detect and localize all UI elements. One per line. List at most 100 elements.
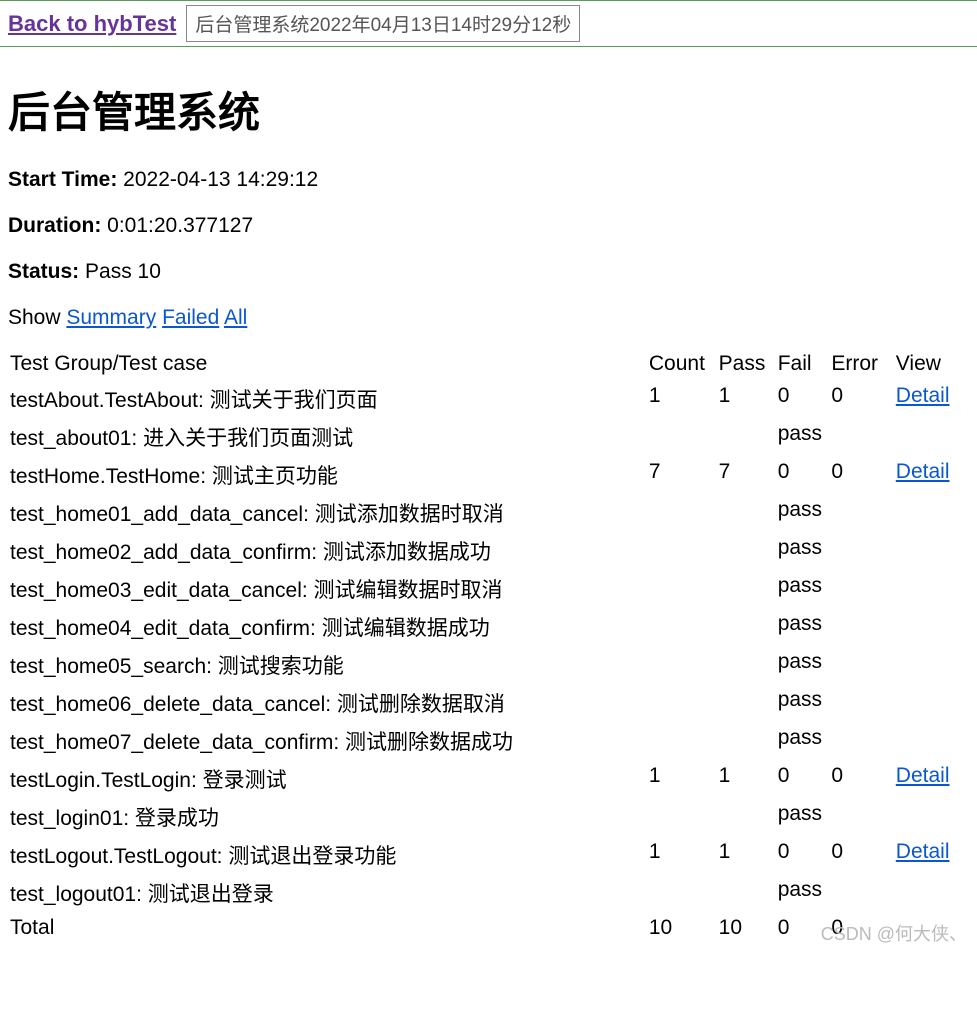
- table-row: testHome.TestHome: 测试主页功能7700Detail: [8, 456, 969, 494]
- watermark: CSDN @何大侠、: [821, 920, 967, 946]
- page-title: 后台管理系统: [8, 79, 969, 140]
- cell-count: [647, 570, 717, 608]
- cell-pass: 10: [717, 912, 776, 944]
- filter-summary[interactable]: Summary: [66, 306, 156, 329]
- cell-result: pass: [776, 798, 894, 836]
- cell-view: [894, 798, 969, 836]
- cell-count: 1: [647, 380, 717, 418]
- cell-view: Detail: [894, 380, 969, 418]
- cell-pass: [717, 532, 776, 570]
- cell-view: Detail: [894, 760, 969, 798]
- filter-all[interactable]: All: [224, 306, 247, 329]
- cell-pass: 1: [717, 380, 776, 418]
- cell-count: [647, 684, 717, 722]
- status: Status: Pass 10: [8, 260, 969, 284]
- filter-failed[interactable]: Failed: [162, 306, 219, 329]
- results-table: Test Group/Test caseCountPassFailErrorVi…: [8, 348, 969, 944]
- cell-count: [647, 646, 717, 684]
- cell-name: test_home03_edit_data_cancel: 测试编辑数据时取消: [8, 570, 647, 608]
- status-value: Pass 10: [85, 260, 161, 283]
- table-row: test_login01: 登录成功 pass: [8, 798, 969, 836]
- cell-view: [894, 532, 969, 570]
- cell-count: [647, 608, 717, 646]
- cell-error: 0: [829, 760, 893, 798]
- cell-result: pass: [776, 608, 894, 646]
- cell-view: [894, 570, 969, 608]
- table-row: testLogin.TestLogin: 登录测试1100Detail: [8, 760, 969, 798]
- table-row: test_home04_edit_data_confirm: 测试编辑数据成功 p…: [8, 608, 969, 646]
- duration: Duration: 0:01:20.377127: [8, 214, 969, 238]
- detail-link[interactable]: Detail: [896, 840, 950, 863]
- col-header-name: Test Group/Test case: [8, 348, 647, 380]
- cell-pass: [717, 722, 776, 760]
- cell-count: [647, 722, 717, 760]
- cell-name: test_home04_edit_data_confirm: 测试编辑数据成功: [8, 608, 647, 646]
- detail-link[interactable]: Detail: [896, 764, 950, 787]
- col-header-count: Count: [647, 348, 717, 380]
- cell-fail: 0: [776, 836, 830, 874]
- cell-count: 1: [647, 760, 717, 798]
- cell-view: Detail: [894, 836, 969, 874]
- col-header-fail: Fail: [776, 348, 830, 380]
- header-title-box: 后台管理系统2022年04月13日14时29分12秒: [186, 5, 580, 42]
- cell-pass: [717, 874, 776, 912]
- cell-name: test_home02_add_data_confirm: 测试添加数据成功: [8, 532, 647, 570]
- cell-count: 7: [647, 456, 717, 494]
- cell-count: [647, 532, 717, 570]
- cell-name: test_home01_add_data_cancel: 测试添加数据时取消: [8, 494, 647, 532]
- cell-name: test_logout01: 测试退出登录: [8, 874, 647, 912]
- cell-pass: 1: [717, 760, 776, 798]
- cell-result: pass: [776, 494, 894, 532]
- table-row: testAbout.TestAbout: 测试关于我们页面1100Detail: [8, 380, 969, 418]
- cell-count: 10: [647, 912, 717, 944]
- cell-count: [647, 798, 717, 836]
- cell-view: [894, 722, 969, 760]
- table-row: test_home03_edit_data_cancel: 测试编辑数据时取消 p…: [8, 570, 969, 608]
- table-row: test_home07_delete_data_confirm: 测试删除数据成…: [8, 722, 969, 760]
- cell-name: testAbout.TestAbout: 测试关于我们页面: [8, 380, 647, 418]
- cell-pass: [717, 798, 776, 836]
- cell-view: [894, 608, 969, 646]
- table-row: test_home05_search: 测试搜索功能pass: [8, 646, 969, 684]
- cell-name: testLogout.TestLogout: 测试退出登录功能: [8, 836, 647, 874]
- cell-name: test_home07_delete_data_confirm: 测试删除数据成…: [8, 722, 647, 760]
- cell-name: testLogin.TestLogin: 登录测试: [8, 760, 647, 798]
- back-link[interactable]: Back to hybTest: [8, 11, 176, 37]
- table-row: test_home02_add_data_confirm: 测试添加数据成功pa…: [8, 532, 969, 570]
- cell-result: pass: [776, 418, 894, 456]
- cell-pass: [717, 608, 776, 646]
- detail-link[interactable]: Detail: [896, 384, 950, 407]
- header-bar: Back to hybTest 后台管理系统2022年04月13日14时29分1…: [0, 0, 977, 47]
- col-header-error: Error: [829, 348, 893, 380]
- table-row: test_home06_delete_data_cancel: 测试删除数据取消…: [8, 684, 969, 722]
- show-label: Show: [8, 306, 61, 329]
- duration-value: 0:01:20.377127: [107, 214, 253, 237]
- filter-bar: Show Summary Failed All: [8, 306, 969, 330]
- cell-view: [894, 874, 969, 912]
- duration-label: Duration:: [8, 214, 101, 237]
- cell-pass: 7: [717, 456, 776, 494]
- cell-name: testHome.TestHome: 测试主页功能: [8, 456, 647, 494]
- cell-pass: [717, 418, 776, 456]
- cell-count: 1: [647, 836, 717, 874]
- cell-pass: [717, 494, 776, 532]
- cell-fail: 0: [776, 380, 830, 418]
- col-header-pass: Pass: [717, 348, 776, 380]
- cell-name: test_login01: 登录成功: [8, 798, 647, 836]
- cell-result: pass: [776, 684, 894, 722]
- cell-view: [894, 684, 969, 722]
- cell-view: [894, 418, 969, 456]
- cell-view: [894, 646, 969, 684]
- cell-name: test_about01: 进入关于我们页面测试: [8, 418, 647, 456]
- cell-error: 0: [829, 836, 893, 874]
- detail-link[interactable]: Detail: [896, 460, 950, 483]
- cell-pass: [717, 570, 776, 608]
- table-row: test_logout01: 测试退出登录 pass: [8, 874, 969, 912]
- cell-name: Total: [8, 912, 647, 944]
- cell-error: 0: [829, 380, 893, 418]
- cell-result: pass: [776, 874, 894, 912]
- status-label: Status:: [8, 260, 79, 283]
- cell-result: pass: [776, 570, 894, 608]
- cell-count: [647, 418, 717, 456]
- table-row: test_about01: 进入关于我们页面测试 pass: [8, 418, 969, 456]
